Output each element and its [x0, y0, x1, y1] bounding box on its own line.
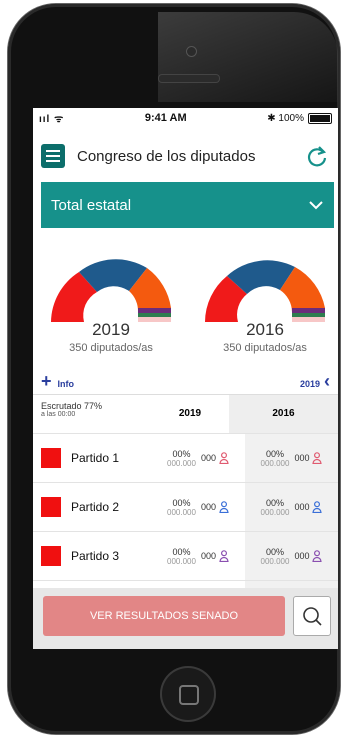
hemicycle-2019-purple — [138, 308, 171, 313]
escrutado-label: Escrutado 77% — [41, 401, 103, 411]
vote-percent: 00% — [265, 448, 284, 459]
vote-percent: 00% — [172, 546, 191, 557]
info-label: Info — [57, 378, 75, 389]
hemicycle-2016-green — [292, 313, 325, 317]
vote-count: 000.000 — [167, 458, 196, 468]
party-name: Partido 1 — [71, 451, 120, 465]
person-icon — [312, 550, 323, 562]
search-button[interactable] — [293, 596, 331, 636]
bottom-bar: VER RESULTADOS SENADO — [33, 588, 338, 649]
home-button[interactable] — [160, 666, 216, 722]
year-compare-button[interactable]: 2019 ‹ — [300, 371, 330, 392]
camera — [186, 46, 197, 57]
results-2016-cell: 00% 000.000 000 — [245, 483, 338, 531]
hemicycle-2019-green — [138, 313, 171, 317]
vote-count: 000.000 — [167, 556, 196, 566]
results-2016-cell: 00% 000.000 000 — [245, 434, 338, 482]
signal-indicator: ııl ᯤ — [39, 114, 65, 125]
person-icon — [312, 501, 323, 513]
party-color-swatch — [41, 546, 61, 566]
party-name: Partido 2 — [71, 500, 120, 514]
results-2016-cell: 00% 000.000 000 — [245, 532, 338, 580]
results-2019-cell: 00% 000.000 000 — [151, 498, 245, 517]
vote-percent: 00% — [265, 546, 284, 557]
charts-area: 2019 350 diputados/as 2016 350 diputados… — [33, 228, 338, 368]
chevron-left-icon: ‹ — [324, 370, 330, 391]
person-icon — [219, 501, 229, 513]
results-2019-cell: 00% 000.000 000 — [151, 547, 245, 566]
chevron-down-icon — [309, 201, 323, 210]
vote-count: 000.000 — [260, 458, 290, 468]
battery-indicator: ✱ 100% — [267, 112, 332, 124]
refresh-icon[interactable] — [304, 143, 330, 169]
vote-percent: 00% — [265, 497, 284, 508]
hemicycle-chart-2016: 2016 350 diputados/as — [205, 234, 325, 359]
senado-results-button[interactable]: VER RESULTADOS SENADO — [43, 596, 285, 636]
region-selector[interactable]: Total estatal — [41, 182, 334, 228]
info-row: + Info 2019 ‹ — [33, 368, 338, 394]
chart-seats-2019: 350 diputados/as — [69, 342, 153, 354]
home-square-icon — [179, 685, 199, 705]
battery-icon — [307, 112, 332, 124]
speaker — [158, 74, 220, 83]
party-color-swatch — [41, 448, 61, 468]
search-icon — [303, 607, 322, 626]
app-bar: Congreso de los diputados — [33, 136, 338, 176]
info-button[interactable]: + Info — [41, 371, 74, 392]
status-time: 9:41 AM — [144, 112, 187, 124]
person-icon — [219, 550, 229, 562]
seat-count: 000 — [200, 502, 216, 512]
phone-gloss — [158, 12, 338, 102]
person-icon — [219, 452, 229, 464]
party-name-cell: Partido 3 — [33, 546, 151, 566]
hemicycle-2016-svg — [205, 260, 325, 322]
results-2019-cell: 00% 000.000 000 — [151, 449, 245, 468]
seat-count: 000 — [200, 453, 216, 463]
person-icon — [312, 452, 323, 464]
chart-seats-2016: 350 diputados/as — [223, 342, 307, 354]
seat-count: 000 — [294, 502, 310, 512]
hemicycle-chart-2019: 2019 350 diputados/as — [51, 234, 171, 359]
seat-count: 000 — [294, 453, 310, 463]
vote-count: 000.000 — [260, 507, 290, 517]
results-table-header: Escrutado 77% a las 00:00 2019 2016 — [33, 394, 338, 433]
table-row[interactable]: Partido 1 00% 000.000 000 00% 000.000 000 — [33, 433, 338, 482]
vote-percent: 00% — [172, 448, 191, 459]
table-row[interactable]: Partido 2 00% 000.000 000 00% 000.000 000 — [33, 482, 338, 531]
app-title: Congreso de los diputados — [77, 147, 256, 165]
menu-icon[interactable] — [41, 144, 65, 168]
battery-text: ✱ 100% — [267, 112, 304, 124]
hemicycle-2016-purple — [292, 308, 325, 313]
hemicycle-2019-svg — [51, 259, 171, 322]
party-color-swatch — [41, 497, 61, 517]
party-name-cell: Partido 2 — [33, 497, 151, 517]
vote-count: 000.000 — [167, 507, 196, 517]
vote-percent: 00% — [172, 497, 191, 508]
plus-icon: + — [41, 370, 52, 391]
party-name-cell: Partido 1 — [33, 448, 151, 468]
escrutado-cell: Escrutado 77% a las 00:00 — [33, 395, 151, 433]
party-name: Partido 3 — [71, 549, 120, 563]
vote-count: 000.000 — [260, 556, 290, 566]
column-2016-header: 2016 — [229, 395, 338, 433]
chart-year-2016: 2016 — [246, 320, 284, 339]
escrutado-time: a las 00:00 — [41, 411, 76, 418]
screen: ııl ᯤ 9:41 AM ✱ 100% Congreso de los dip… — [33, 108, 338, 649]
table-row[interactable]: Partido 3 00% 000.000 000 00% 000.000 000 — [33, 531, 338, 580]
chart-year-2019: 2019 — [92, 320, 130, 339]
region-selector-label: Total estatal — [51, 196, 132, 214]
compare-year-label: 2019 — [299, 378, 320, 389]
seat-count: 000 — [294, 551, 310, 561]
column-2019-header: 2019 — [178, 408, 202, 419]
seat-count: 000 — [200, 551, 216, 561]
status-bar: ııl ᯤ 9:41 AM ✱ 100% — [33, 108, 338, 128]
